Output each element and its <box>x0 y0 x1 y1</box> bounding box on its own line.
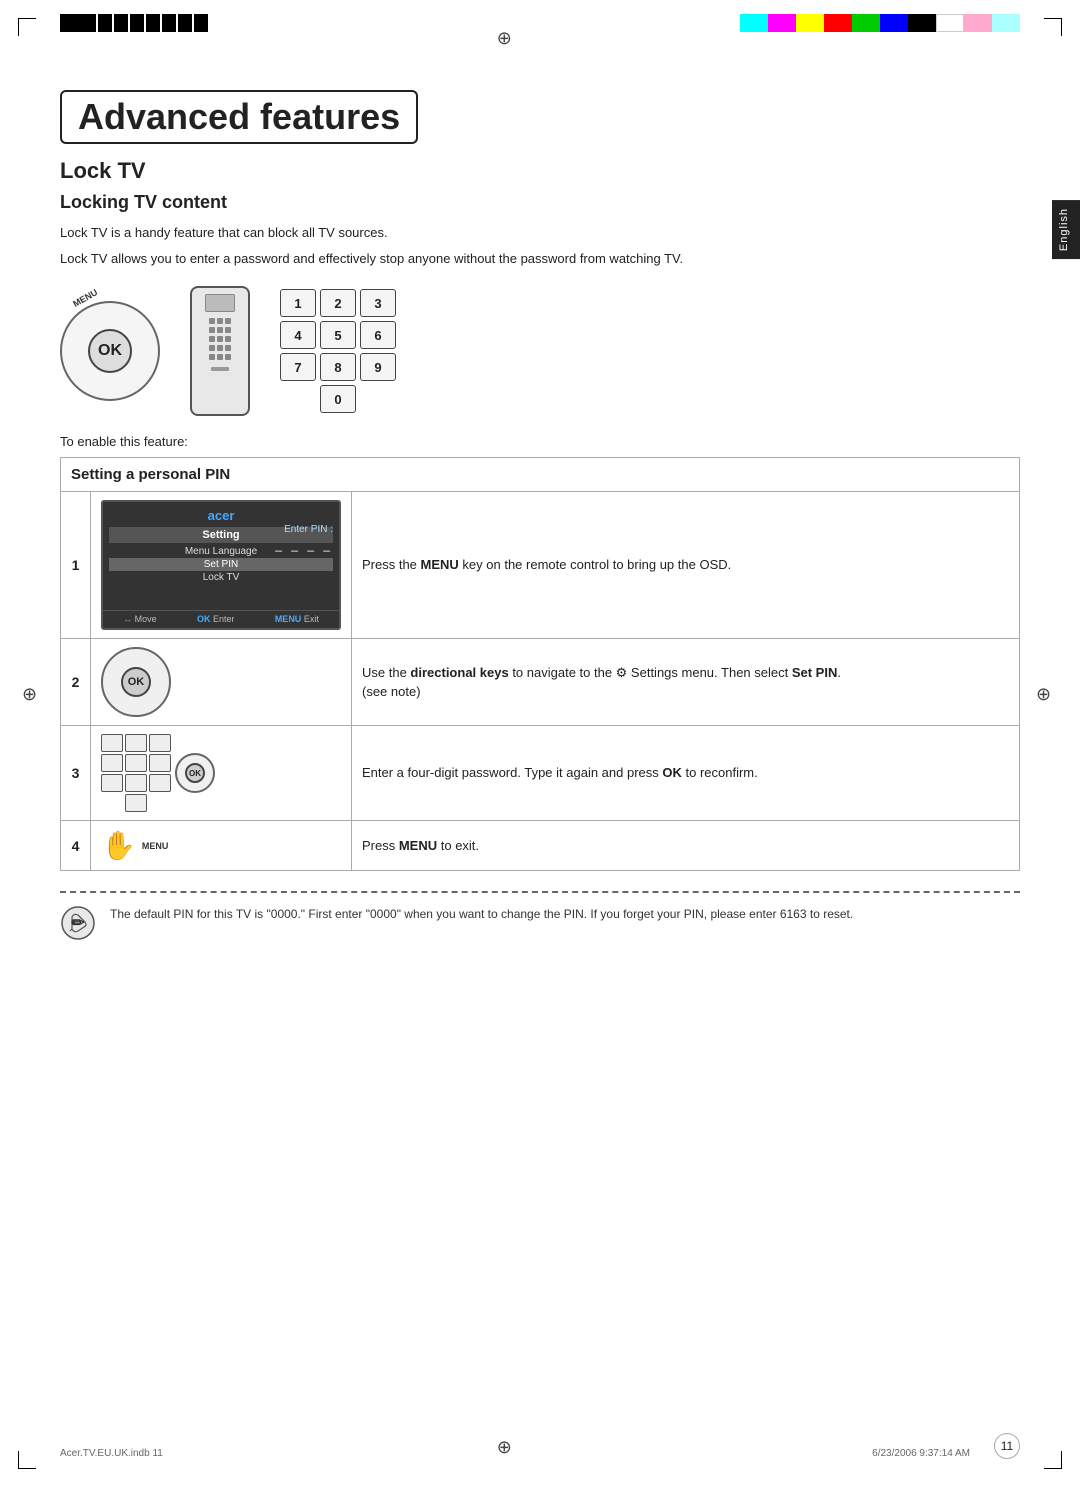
step-text-3: Enter a four-digit password. Type it aga… <box>352 726 1020 821</box>
remote-body <box>190 286 250 416</box>
black-bars-top <box>60 14 208 32</box>
numpad-9: 9 <box>360 353 396 381</box>
step-icon-2: OK <box>91 639 352 726</box>
osd-footer: ↔ Move OK Enter MENU Exit <box>103 610 339 624</box>
numpad-7: 7 <box>280 353 316 381</box>
note-text: The default PIN for this TV is "0000." F… <box>110 905 853 924</box>
remote-illustration: MENU OK <box>60 286 1020 416</box>
mini-menu-hand: 🤚 MENU <box>101 829 341 862</box>
numpad-1: 1 <box>280 289 316 317</box>
step-num-1: 1 <box>61 492 91 639</box>
corner-mark-tl <box>18 18 36 36</box>
numpad-6: 6 <box>360 321 396 349</box>
step-num-2: 2 <box>61 639 91 726</box>
steps-table: Setting a personal PIN 1 acer Setting Me… <box>60 457 1020 871</box>
mini-numpad <box>101 734 171 812</box>
mini-ok-step3: OK <box>175 753 215 793</box>
note-box: ✏ The default PIN for this TV is "0000."… <box>60 891 1020 948</box>
numpad-3: 3 <box>360 289 396 317</box>
mini-remote-ok: OK <box>101 647 171 717</box>
numpad-5: 5 <box>320 321 356 349</box>
body-text-1: Lock TV is a handy feature that can bloc… <box>60 223 1020 243</box>
osd-item-2: Lock TV <box>109 571 333 584</box>
step-text-4: Press MENU to exit. <box>352 821 1020 871</box>
main-content: Advanced features Lock TV Locking TV con… <box>60 60 1020 1447</box>
mini-remote-label: MENU <box>142 841 169 851</box>
step-icon-3: OK <box>91 726 352 821</box>
table-row: 2 OK Use the directional keys to navigat… <box>61 639 1020 726</box>
steps-table-header: Setting a personal PIN <box>61 458 1020 492</box>
color-bars-top <box>740 14 1020 32</box>
numpad-area: 1 2 3 4 5 6 7 8 9 0 <box>280 289 396 413</box>
body-text-2: Lock TV allows you to enter a password a… <box>60 249 1020 269</box>
osd-brand: acer <box>109 508 333 523</box>
osd-enter-pin-label: Enter PIN : <box>284 524 333 535</box>
remote-row-5 <box>209 354 231 360</box>
table-row: 1 acer Setting Menu Language Set PIN Loc… <box>61 492 1020 639</box>
subsection-title: Locking TV content <box>60 192 1020 213</box>
step-num-4: 4 <box>61 821 91 871</box>
numpad: 1 2 3 4 5 6 7 8 9 0 <box>280 289 396 413</box>
side-tab-english: English <box>1052 200 1080 259</box>
reg-mark-right <box>1036 684 1058 706</box>
step-text-2: Use the directional keys to navigate to … <box>352 639 1020 726</box>
reg-mark-top <box>497 28 519 50</box>
mini-ok-inner: OK <box>121 667 151 697</box>
step-icon-1: acer Setting Menu Language Set PIN Lock … <box>91 492 352 639</box>
page-title: Advanced features <box>60 90 418 144</box>
remote-row-2 <box>209 327 231 333</box>
osd-pin-dots: _ _ _ _ <box>275 538 333 552</box>
enable-text: To enable this feature: <box>60 434 1020 449</box>
numpad-4: 4 <box>280 321 316 349</box>
svg-text:✏: ✏ <box>71 915 85 932</box>
remote-row-3 <box>209 336 231 342</box>
numpad-ok-combo: OK <box>101 734 341 812</box>
corner-mark-br <box>1044 1451 1062 1469</box>
note-icon: ✏ <box>60 905 96 948</box>
step-icon-4: 🤚 MENU <box>91 821 352 871</box>
remote-ok-button: MENU OK <box>60 301 160 401</box>
remote-row-4 <box>209 345 231 351</box>
remote-row-1 <box>209 318 231 324</box>
numpad-0: 0 <box>320 385 356 413</box>
numpad-2: 2 <box>320 289 356 317</box>
step-text-1: Press the MENU key on the remote control… <box>352 492 1020 639</box>
mini-ok-inner-step3: OK <box>185 763 205 783</box>
remote-bottom-buttons <box>211 367 229 371</box>
corner-mark-bl <box>18 1451 36 1469</box>
osd-item-1: Set PIN <box>109 558 333 571</box>
osd-mockup: acer Setting Menu Language Set PIN Lock … <box>101 500 341 630</box>
table-row: 3 OK Enter a four-digit password. Type i… <box>61 726 1020 821</box>
section-title: Lock TV <box>60 158 1020 184</box>
corner-mark-tr <box>1044 18 1062 36</box>
footer-left: Acer.TV.EU.UK.indb 11 <box>60 1448 163 1459</box>
reg-mark-left <box>22 684 44 706</box>
numpad-8: 8 <box>320 353 356 381</box>
table-row: 4 🤚 MENU Press MENU to exit. <box>61 821 1020 871</box>
remote-screen <box>205 294 235 312</box>
hand-icon: 🤚 <box>101 829 136 862</box>
step-num-3: 3 <box>61 726 91 821</box>
menu-label: MENU <box>71 287 99 309</box>
footer-right: 6/23/2006 9:37:14 AM <box>872 1448 970 1459</box>
page-number: 11 <box>994 1433 1020 1459</box>
ok-inner: OK <box>88 329 132 373</box>
note-svg-icon: ✏ <box>60 905 96 941</box>
